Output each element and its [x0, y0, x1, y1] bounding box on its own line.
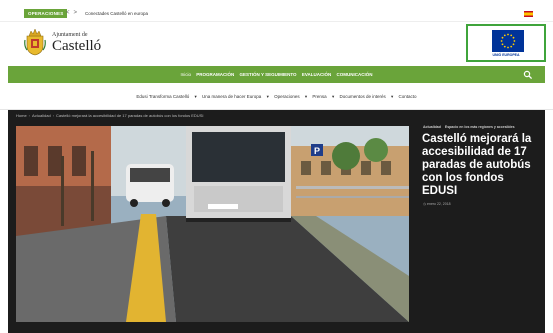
- subnav-item-prensa[interactable]: Prensa: [312, 94, 326, 99]
- clock-icon: ◷: [423, 202, 427, 206]
- breadcrumb-separator: ›: [52, 113, 55, 118]
- eu-logo-box[interactable]: UNIÓ EUROPEA: [466, 24, 546, 62]
- ticker-arrows: < >: [66, 9, 81, 18]
- sub-nav: Edusi Transforma Castelló ▾ Una manera d…: [0, 84, 553, 110]
- subnav-item-documentos[interactable]: Documentos de interés: [339, 94, 385, 99]
- main-nav-items: Inicio PROGRAMACIÓN GESTIÓN Y SEGUIMIENT…: [8, 66, 545, 83]
- nav-item-programacion[interactable]: PROGRAMACIÓN: [196, 72, 234, 77]
- subnav-item-europa[interactable]: Una manera de hacer Europa: [202, 94, 261, 99]
- nav-item-inicio[interactable]: Inicio: [180, 72, 191, 77]
- eu-flag-icon: [492, 30, 524, 52]
- category-actualidad[interactable]: Actualidad: [423, 125, 441, 129]
- breadcrumb-actualidad[interactable]: Actualidad: [32, 113, 51, 118]
- ticker-link[interactable]: Conectades Castelló en europa: [85, 9, 148, 18]
- search-icon[interactable]: [523, 70, 533, 80]
- eu-label: UNIÓ EUROPEA: [492, 53, 520, 57]
- article-date: ◷ enero 22, 2018: [423, 202, 451, 207]
- chevron-down-icon: ▾: [304, 94, 308, 99]
- operaciones-badge[interactable]: OPERACIONES: [24, 9, 68, 18]
- article-photo[interactable]: P: [16, 126, 409, 322]
- article-title[interactable]: Castelló mejorará la accesibilidad de 17…: [422, 133, 542, 198]
- logo-title[interactable]: Castelló: [52, 39, 101, 54]
- svg-text:P: P: [314, 146, 320, 156]
- chevron-down-icon: ▾: [194, 94, 197, 99]
- article-date-text: enero 22, 2018: [427, 202, 451, 206]
- nav-item-comunicacion[interactable]: COMUNICACIÓN: [337, 72, 373, 77]
- article-categories: Actualidad Espacio en los más regiones y…: [423, 125, 518, 130]
- chevron-down-icon: ▾: [266, 94, 269, 99]
- nav-item-gestion[interactable]: GESTIÓN Y SEGUIMIENTO: [240, 72, 297, 77]
- breadcrumb-current: Castelló mejorará la accesibilidad de 17…: [56, 113, 204, 118]
- subnav-item-edusi[interactable]: Edusi Transforma Castelló: [136, 94, 189, 99]
- next-arrow-button[interactable]: >: [74, 10, 78, 16]
- chevron-down-icon: ▾: [391, 94, 394, 99]
- breadcrumb: Home › Actualidad › Castelló mejorará la acc…: [16, 113, 203, 119]
- breadcrumb-home[interactable]: Home: [16, 113, 27, 118]
- top-bar: OPERACIONES < > Conectades Castelló en eu…: [0, 0, 553, 22]
- subnav-item-operaciones[interactable]: Operaciones: [274, 94, 300, 99]
- castello-crest-icon[interactable]: [24, 28, 46, 56]
- chevron-down-icon: ▾: [331, 94, 335, 99]
- nav-item-evaluacion[interactable]: EVALUACIÓN: [302, 72, 331, 77]
- sub-nav-items: Edusi Transforma Castelló ▾ Una manera d…: [0, 84, 553, 110]
- main-nav: Inicio PROGRAMACIÓN GESTIÓN Y SEGUIMIENT…: [8, 66, 545, 83]
- category-espacio[interactable]: Espacio en los más regiones y accesibles: [445, 125, 515, 129]
- prev-arrow-button[interactable]: <: [66, 10, 70, 16]
- site-header: Ajuntament de Castelló UNIÓ EUROPEA: [0, 22, 553, 66]
- spain-flag-icon[interactable]: [524, 11, 533, 17]
- breadcrumb-separator: ›: [28, 113, 31, 118]
- subnav-item-contacto[interactable]: Contacto: [399, 94, 417, 99]
